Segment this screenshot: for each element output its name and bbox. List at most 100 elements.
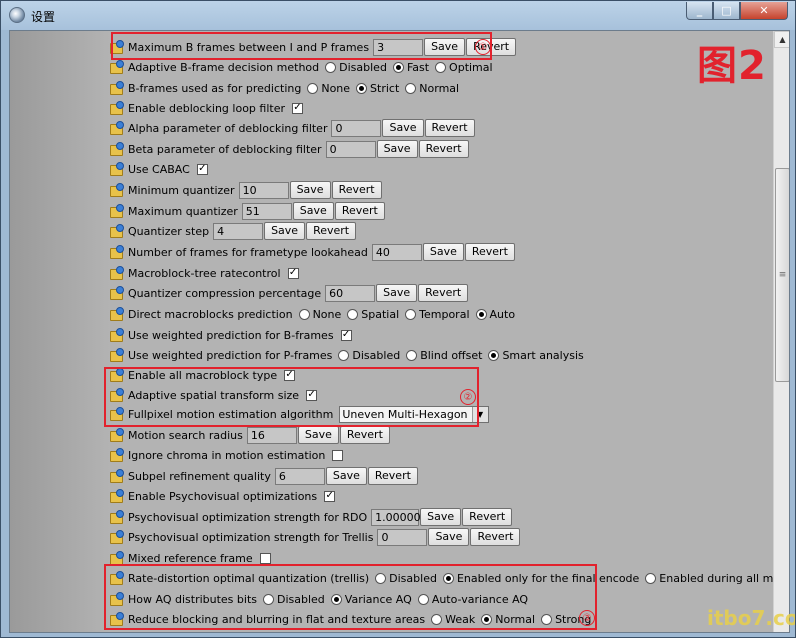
save-button[interactable]: Save [264,222,306,240]
save-button[interactable]: Save [428,528,470,546]
checkbox[interactable]: ✓ [196,163,208,175]
figure-label: 图2 [697,43,767,89]
value-field[interactable]: 10 [238,181,289,199]
value-field[interactable]: 4 [213,222,264,240]
radio-option-temporal[interactable]: Temporal [403,308,470,321]
highlight-box-3 [104,564,597,630]
setting-row-enable-psychovisual-optimizations: Enable Psychovisual optimizations ✓ [110,486,336,506]
revert-button[interactable]: Revert [470,528,521,546]
checkbox[interactable]: ✓ [340,329,352,341]
radio-button[interactable] [298,308,310,320]
option-folder-icon [110,347,125,363]
option-folder-icon [110,182,125,198]
value-field[interactable]: 1.000000 [371,508,428,526]
option-folder-icon [110,427,125,443]
radio-option-none[interactable]: None [305,82,350,95]
minimize-icon: _ [696,4,703,17]
minimize-button[interactable]: _ [686,2,713,20]
value-field[interactable]: 0 [377,528,428,546]
option-folder-icon [110,141,125,157]
radio-option-normal[interactable]: Normal [403,82,459,95]
radio-button[interactable] [406,349,418,361]
radio-option-spatial[interactable]: Spatial [345,308,399,321]
option-folder-icon [110,529,125,545]
setting-row-use-cabac: Use CABAC ✓ [110,159,208,179]
revert-button[interactable]: Revert [418,284,469,302]
setting-label: Quantizer step [128,224,210,238]
radio-option-optimal[interactable]: Optimal [433,61,493,74]
revert-button[interactable]: Revert [464,243,515,261]
radio-button[interactable] [325,61,337,73]
revert-button[interactable]: Revert [367,467,418,485]
save-button[interactable]: Save [325,467,367,485]
save-button[interactable]: Save [376,284,418,302]
marker-1: ① [475,39,491,55]
value-field[interactable]: 0 [331,119,382,137]
revert-button[interactable]: Revert [306,222,357,240]
radio-button[interactable] [356,82,368,94]
save-button[interactable]: Save [376,140,418,158]
setting-row-beta-parameter-of-deblocking-filter: Beta parameter of deblocking filter 0 Save… [110,139,470,159]
setting-label: Enable deblocking loop filter [128,101,285,115]
maximize-button[interactable]: □ [713,2,740,20]
checkbox[interactable]: ✓ [292,102,303,114]
radio-option-blind-offset[interactable]: Blind offset [404,349,482,362]
value-field[interactable]: 51 [241,202,292,220]
close-button[interactable]: ✕ [740,2,788,20]
save-button[interactable]: Save [289,181,331,199]
radio-button[interactable] [338,349,350,361]
setting-label: Subpel refinement quality [128,469,271,483]
radio-option-disabled[interactable]: Disabled [323,61,387,74]
radio-button[interactable] [405,82,417,94]
revert-button[interactable]: Revert [331,181,382,199]
revert-button[interactable]: Revert [418,140,469,158]
radio-option-none[interactable]: None [297,308,341,321]
radio-button[interactable] [392,61,404,73]
scroll-up-icon[interactable]: ▲ [774,31,789,48]
radio-option-enabled-during-all-mode-decisions[interactable]: Enabled during all mode decisions [643,572,789,585]
save-button[interactable]: Save [297,426,339,444]
radio-option-disabled[interactable]: Disabled [336,349,400,362]
revert-button[interactable]: Revert [462,508,513,526]
setting-label: Quantizer compression percentage [128,286,322,300]
option-folder-icon [110,161,125,177]
radio-option-fast[interactable]: Fast [391,61,429,74]
setting-label: Adaptive B-frame decision method [128,60,320,74]
radio-option-auto[interactable]: Auto [474,308,515,321]
radio-option-smart-analysis[interactable]: Smart analysis [486,349,584,362]
checkbox[interactable]: ✓ [324,490,336,502]
revert-button[interactable]: Revert [424,119,475,137]
setting-label: Use weighted prediction for B-frames [128,328,334,342]
radio-button[interactable] [488,349,500,361]
save-button[interactable]: Save [422,243,464,261]
radio-button[interactable] [405,308,417,320]
save-button[interactable]: Save [382,119,424,137]
scroll-thumb[interactable]: ≡ [775,168,789,382]
title-bar[interactable]: 设置 _ □ ✕ [1,1,795,30]
radio-button[interactable] [475,308,487,320]
checkbox[interactable] [259,552,271,564]
radio-button[interactable] [645,572,657,584]
option-folder-icon [110,244,125,260]
setting-row-psychovisual-optimization-strength-for-trellis: Psychovisual optimization strength for T… [110,527,521,547]
checkbox[interactable]: ✓ [287,267,299,279]
revert-button[interactable]: Revert [334,202,385,220]
save-button[interactable]: Save [420,508,462,526]
highlight-box-1 [111,32,492,60]
value-field[interactable]: 40 [371,243,422,261]
value-field[interactable]: 16 [246,426,297,444]
radio-button[interactable] [347,308,359,320]
option-folder-icon [110,203,125,219]
value-field[interactable]: 60 [325,284,376,302]
setting-row-macroblock-tree-ratecontrol: Macroblock-tree ratecontrol ✓ [110,263,299,283]
value-field[interactable]: 0 [325,140,376,158]
vertical-scrollbar[interactable]: ▲ ≡ [773,31,789,632]
radio-button[interactable] [307,82,319,94]
value-field[interactable]: 6 [274,467,325,485]
radio-option-strict[interactable]: Strict [354,82,399,95]
checkbox[interactable] [332,449,344,461]
setting-label: Psychovisual optimization strength for R… [128,510,368,524]
revert-button[interactable]: Revert [339,426,390,444]
radio-button[interactable] [435,61,447,73]
save-button[interactable]: Save [292,202,334,220]
